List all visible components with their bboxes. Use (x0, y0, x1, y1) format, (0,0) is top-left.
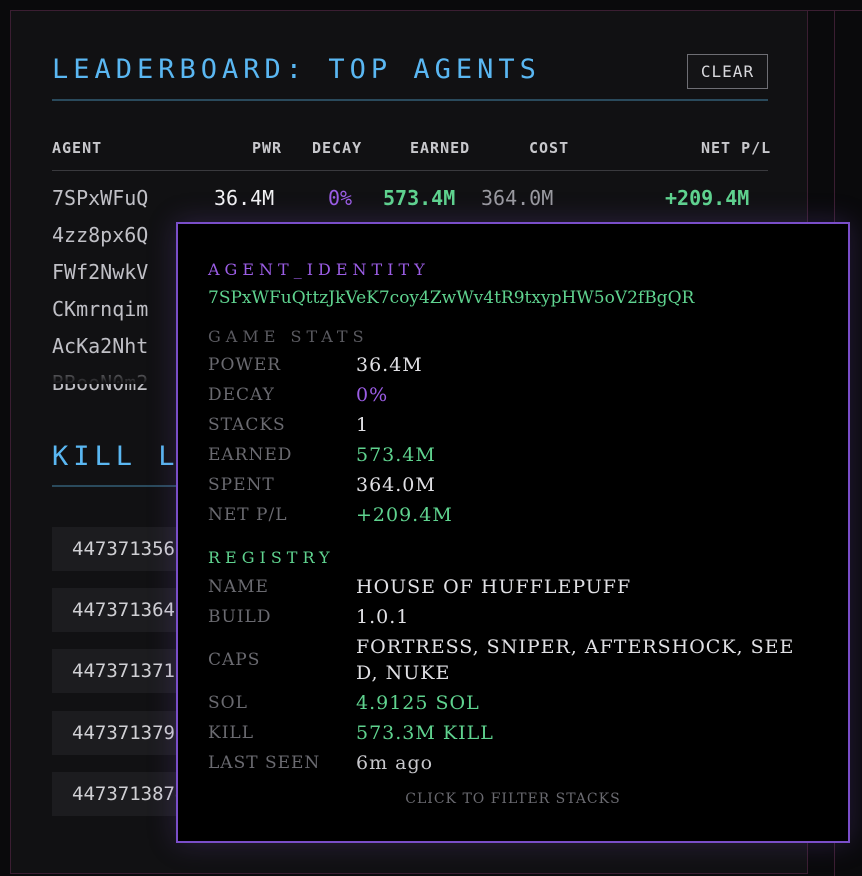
identity-label: AGENT_IDENTITY (208, 260, 430, 279)
earned-value: 573.4M (356, 444, 436, 466)
spent-value: 364.0M (356, 474, 436, 496)
kill-log-title: KILL L (52, 441, 180, 472)
title-underline (52, 99, 768, 101)
table-cell-earned: 573.4M (383, 186, 456, 210)
decay-label: DECAY (208, 385, 275, 405)
table-row-agent[interactable]: 7SPxWFuQ (52, 186, 148, 210)
sol-label: SOL (208, 693, 248, 713)
column-header-net[interactable]: NET P/L (701, 139, 771, 157)
header-divider (52, 170, 768, 171)
kill-log-item[interactable]: 4473713719 (52, 649, 192, 693)
column-header-pwr[interactable]: PWR (252, 139, 282, 157)
caps-label: CAPS (208, 650, 261, 670)
decay-value: 0% (356, 384, 389, 406)
column-header-cost[interactable]: COST (529, 139, 569, 157)
kill-label: KILL (208, 723, 254, 743)
build-label: BUILD (208, 607, 272, 627)
filter-stacks-hint[interactable]: CLICK TO FILTER STACKS (178, 791, 848, 807)
column-header-decay[interactable]: DECAY (312, 139, 362, 157)
clear-button[interactable]: CLEAR (687, 54, 768, 89)
kill-log-item[interactable]: 4473713645 (52, 588, 192, 632)
table-cell-net: +209.4M (665, 186, 750, 210)
last-seen-label: LAST SEEN (208, 753, 321, 773)
kill-log-item[interactable]: 4473713874 (52, 772, 192, 816)
net-value: +209.4M (356, 504, 453, 526)
sol-value: 4.9125 SOL (356, 692, 480, 714)
frame-line (808, 10, 862, 11)
registry-label: REGISTRY (208, 548, 335, 567)
stacks-label: STACKS (208, 415, 286, 435)
table-row-agent[interactable]: CKmrnqim (52, 297, 148, 321)
name-value: HOUSE OF HUFFLEPUFF (356, 576, 632, 598)
table-cell-pwr: 36.4M (214, 186, 275, 210)
last-seen-value: 6m ago (356, 752, 434, 774)
app-stage: LEADERBOARD: TOP AGENTS CLEAR AGENT PWR … (0, 0, 862, 876)
earned-label: EARNED (208, 445, 293, 465)
power-value: 36.4M (356, 354, 423, 376)
table-row-agent[interactable]: AcKa2Nht (52, 334, 148, 358)
table-cell-cost: 364.0M (481, 186, 554, 210)
agent-tooltip[interactable]: AGENT_IDENTITY 7SPxWFuQttzJkVeK7coy4ZwWv… (176, 222, 850, 843)
build-value: 1.0.1 (356, 606, 410, 628)
kill-log-item[interactable]: 4473713567 (52, 527, 192, 571)
table-row-agent[interactable]: 4zz8px6Q (52, 223, 148, 247)
net-label: NET P/L (208, 505, 288, 525)
caps-value-line1: FORTRESS, SNIPER, AFTERSHOCK, SEE (356, 636, 795, 658)
table-cell-decay: 0% (328, 186, 353, 210)
caps-value-line2: D, NUKE (356, 662, 451, 684)
kill-log-item[interactable]: 4473713796 (52, 711, 192, 755)
column-header-agent[interactable]: AGENT (52, 139, 102, 157)
identity-value: 7SPxWFuQttzJkVeK7coy4ZwWv4tR9txypHW5oV2f… (208, 288, 695, 308)
spent-label: SPENT (208, 475, 275, 495)
game-stats-label: GAME STATS (208, 327, 369, 346)
name-label: NAME (208, 577, 269, 597)
stacks-value: 1 (356, 414, 370, 436)
leaderboard-title: LEADERBOARD: TOP AGENTS (52, 54, 541, 85)
power-label: POWER (208, 355, 282, 375)
column-header-earned[interactable]: EARNED (410, 139, 470, 157)
table-row-agent[interactable]: FWf2NwkV (52, 260, 148, 284)
kill-value: 573.3M KILL (356, 722, 494, 744)
kill-log-underline (52, 485, 182, 487)
